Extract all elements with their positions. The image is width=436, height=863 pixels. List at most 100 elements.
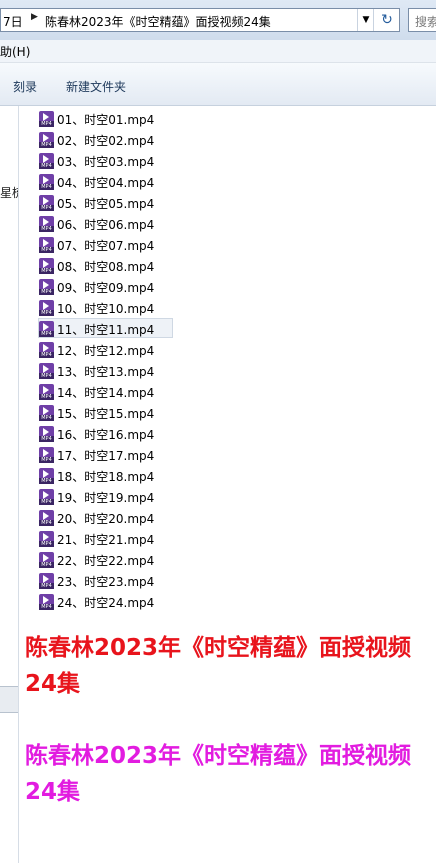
play-icon — [43, 491, 49, 499]
play-icon — [43, 596, 49, 604]
file-item[interactable]: MP4 16、时空16.mp4 — [38, 423, 173, 443]
mp4-badge: MP4 — [39, 310, 54, 316]
play-icon — [43, 281, 49, 289]
file-item[interactable]: MP4 11、时空11.mp4 — [38, 318, 173, 338]
file-name: 17、时空17.mp4 — [57, 449, 155, 463]
mp4-video-icon: MP4 — [39, 153, 54, 169]
file-item[interactable]: MP4 03、时空03.mp4 — [38, 150, 173, 170]
file-item[interactable]: MP4 01、时空01.mp4 — [38, 108, 173, 128]
command-toolbar: 刻录 新建文件夹 — [0, 63, 436, 106]
file-item[interactable]: MP4 04、时空04.mp4 — [38, 171, 173, 191]
play-icon — [43, 512, 49, 520]
play-icon — [43, 554, 49, 562]
mp4-badge: MP4 — [39, 289, 54, 295]
file-item[interactable]: MP4 09、时空09.mp4 — [38, 276, 173, 296]
address-bar-area: 7日 ▶ 陈春林2023年《时空精蕴》面授视频24集 ▼ ↻ 搜索 — [0, 0, 436, 40]
mp4-video-icon: MP4 — [39, 573, 54, 589]
mp4-badge: MP4 — [39, 142, 54, 148]
file-name: 23、时空23.mp4 — [57, 575, 155, 589]
play-icon — [43, 218, 49, 226]
file-item[interactable]: MP4 20、时空20.mp4 — [38, 507, 173, 527]
mp4-video-icon: MP4 — [39, 300, 54, 316]
mp4-badge: MP4 — [39, 373, 54, 379]
file-item[interactable]: MP4 07、时空07.mp4 — [38, 234, 173, 254]
file-name: 07、时空07.mp4 — [57, 239, 155, 253]
file-item[interactable]: MP4 12、时空12.mp4 — [38, 339, 173, 359]
file-item[interactable]: MP4 21、时空21.mp4 — [38, 528, 173, 548]
file-item[interactable]: MP4 17、时空17.mp4 — [38, 444, 173, 464]
play-icon — [43, 344, 49, 352]
breadcrumb-segment-current[interactable]: 陈春林2023年《时空精蕴》面授视频24集 — [45, 13, 271, 30]
file-name: 15、时空15.mp4 — [57, 407, 155, 421]
navigation-pane[interactable]: 星梳 — [0, 106, 19, 863]
play-icon — [43, 260, 49, 268]
breadcrumb-segment-parent[interactable]: 7日 — [3, 13, 23, 30]
mp4-badge: MP4 — [39, 583, 54, 589]
file-item[interactable]: MP4 10、时空10.mp4 — [38, 297, 173, 317]
file-item[interactable]: MP4 02、时空02.mp4 — [38, 129, 173, 149]
file-name: 20、时空20.mp4 — [57, 512, 155, 526]
mp4-badge: MP4 — [39, 163, 54, 169]
file-name: 12、时空12.mp4 — [57, 344, 155, 358]
new-folder-button[interactable]: 新建文件夹 — [66, 78, 126, 95]
mp4-video-icon: MP4 — [39, 552, 54, 568]
file-item[interactable]: MP4 24、时空24.mp4 — [38, 591, 173, 611]
file-name: 21、时空21.mp4 — [57, 533, 155, 547]
file-item[interactable]: MP4 08、时空08.mp4 — [38, 255, 173, 275]
play-icon — [43, 386, 49, 394]
refresh-icon[interactable]: ↻ — [373, 9, 400, 31]
mp4-badge: MP4 — [39, 247, 54, 253]
play-icon — [43, 302, 49, 310]
file-name: 01、时空01.mp4 — [57, 113, 155, 127]
mp4-badge: MP4 — [39, 268, 54, 274]
menu-bar: 助(H) — [0, 40, 436, 63]
play-icon — [43, 113, 49, 121]
file-name: 14、时空14.mp4 — [57, 386, 155, 400]
file-item[interactable]: MP4 22、时空22.mp4 — [38, 549, 173, 569]
mp4-video-icon: MP4 — [39, 405, 54, 421]
file-name: 05、时空05.mp4 — [57, 197, 155, 211]
nav-item-fragment[interactable]: 星梳 — [0, 184, 18, 201]
mp4-badge: MP4 — [39, 415, 54, 421]
search-input[interactable]: 搜索 — [408, 8, 436, 32]
file-item[interactable]: MP4 06、时空06.mp4 — [38, 213, 173, 233]
file-item[interactable]: MP4 23、时空23.mp4 — [38, 570, 173, 590]
file-item[interactable]: MP4 14、时空14.mp4 — [38, 381, 173, 401]
play-icon — [43, 449, 49, 457]
file-name: 03、时空03.mp4 — [57, 155, 155, 169]
breadcrumb-chevron-icon[interactable]: ▶ — [31, 12, 38, 22]
play-icon — [43, 197, 49, 205]
play-icon — [43, 176, 49, 184]
mp4-badge: MP4 — [39, 562, 54, 568]
play-icon — [43, 470, 49, 478]
file-name: 19、时空19.mp4 — [57, 491, 155, 505]
mp4-video-icon: MP4 — [39, 258, 54, 274]
mp4-badge: MP4 — [39, 205, 54, 211]
file-item[interactable]: MP4 18、时空18.mp4 — [38, 465, 173, 485]
mp4-video-icon: MP4 — [39, 510, 54, 526]
file-name: 02、时空02.mp4 — [57, 134, 155, 148]
burn-button[interactable]: 刻录 — [13, 78, 37, 95]
nav-scrollbar-thumb[interactable] — [0, 686, 18, 713]
history-dropdown-icon[interactable]: ▼ — [357, 9, 374, 31]
mp4-video-icon: MP4 — [39, 111, 54, 127]
breadcrumb[interactable]: 7日 ▶ 陈春林2023年《时空精蕴》面授视频24集 ▼ ↻ — [0, 8, 400, 32]
mp4-video-icon: MP4 — [39, 174, 54, 190]
mp4-video-icon: MP4 — [39, 531, 54, 547]
menu-help[interactable]: 助(H) — [0, 43, 30, 60]
file-item[interactable]: MP4 13、时空13.mp4 — [38, 360, 173, 380]
play-icon — [43, 323, 49, 331]
mp4-video-icon: MP4 — [39, 384, 54, 400]
mp4-badge: MP4 — [39, 499, 54, 505]
mp4-badge: MP4 — [39, 436, 54, 442]
file-name: 10、时空10.mp4 — [57, 302, 155, 316]
mp4-video-icon: MP4 — [39, 279, 54, 295]
file-name: 22、时空22.mp4 — [57, 554, 155, 568]
file-item[interactable]: MP4 05、时空05.mp4 — [38, 192, 173, 212]
file-name: 13、时空13.mp4 — [57, 365, 155, 379]
mp4-video-icon: MP4 — [39, 195, 54, 211]
play-icon — [43, 134, 49, 142]
file-item[interactable]: MP4 15、时空15.mp4 — [38, 402, 173, 422]
mp4-badge: MP4 — [39, 457, 54, 463]
file-item[interactable]: MP4 19、时空19.mp4 — [38, 486, 173, 506]
